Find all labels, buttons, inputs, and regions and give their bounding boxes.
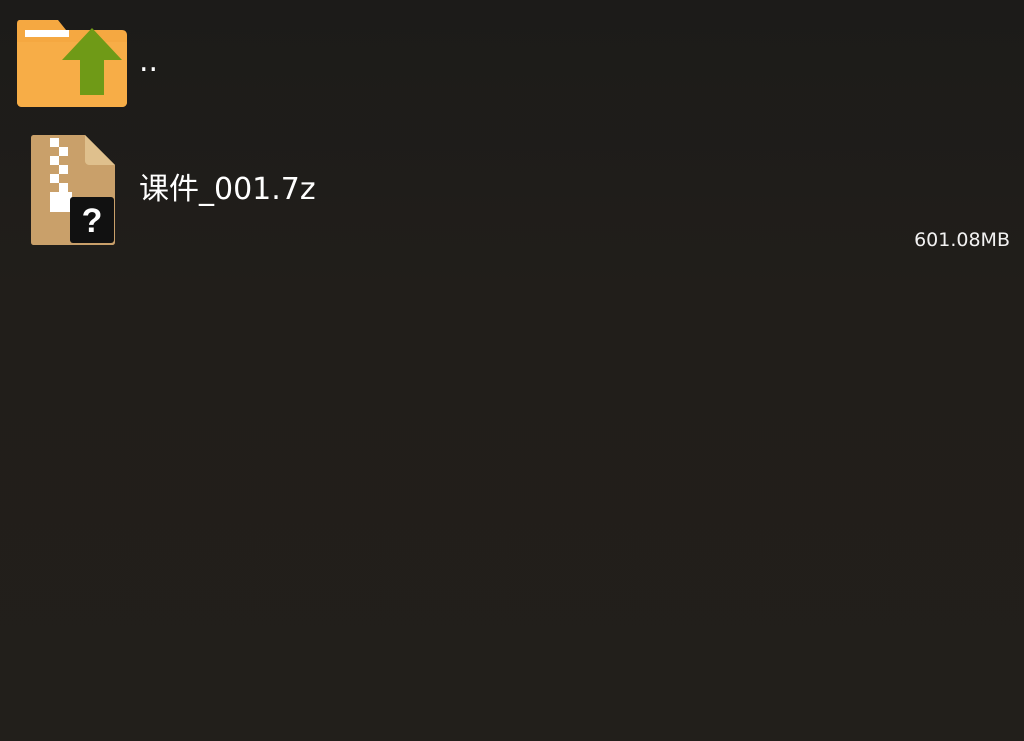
archive-unknown-icon: ? (31, 135, 115, 245)
svg-text:?: ? (82, 202, 103, 240)
file-browser-screen: .. ? 课件_001.7z 601.08MB (0, 0, 1024, 741)
file-row[interactable]: ? 课件_001.7z 601.08MB (0, 120, 1024, 255)
parent-directory-label: .. (139, 44, 159, 79)
file-name: 课件_001.7z (139, 172, 316, 207)
file-size: 601.08MB (914, 229, 1010, 251)
parent-directory-row[interactable]: .. (0, 0, 1024, 120)
folder-up-icon (17, 20, 127, 107)
file-list: .. ? 课件_001.7z 601.08MB (0, 0, 1024, 255)
